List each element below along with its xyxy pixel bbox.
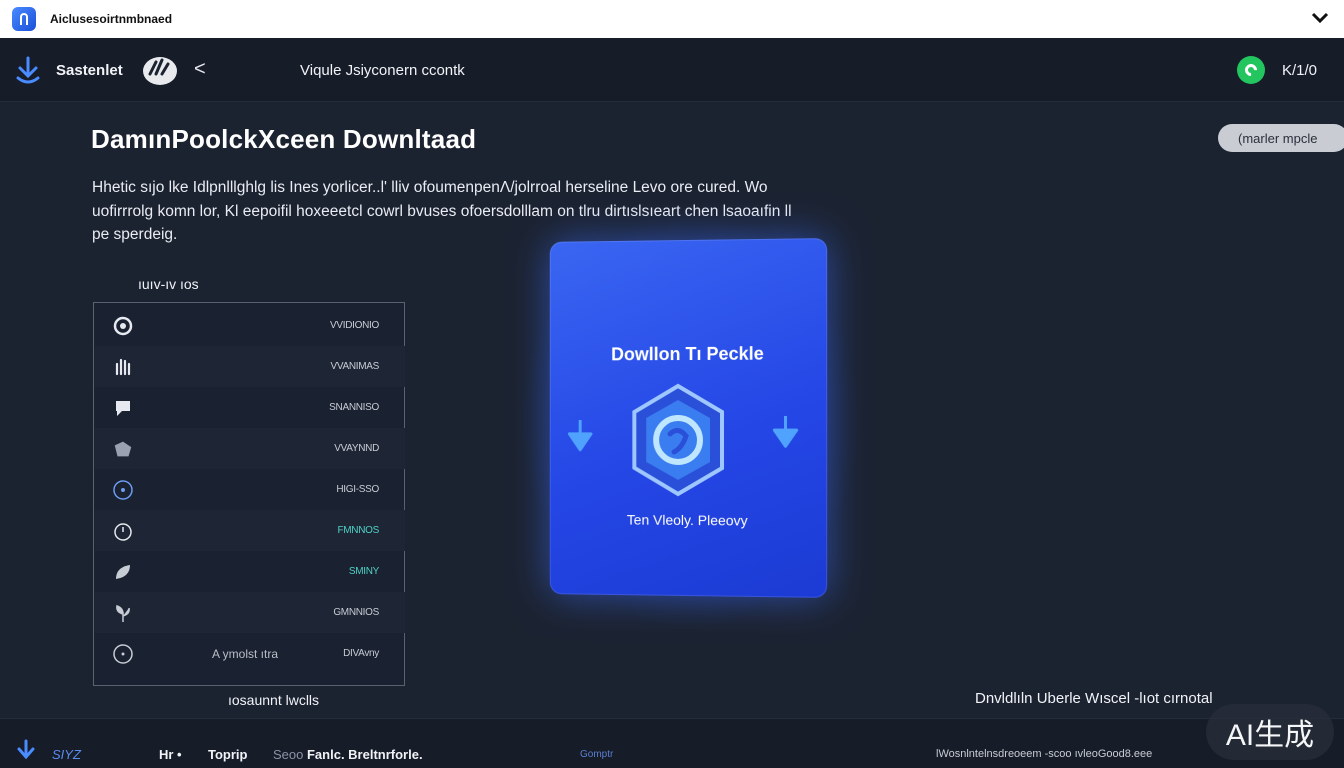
list-footer-link[interactable]: ıosaunnt lwclls	[228, 692, 319, 708]
list-item[interactable]: FMNNOS	[95, 510, 405, 551]
item-list-panel: VVIDIONIO VVANIMAS SNANNISO VVAYNND HIGI…	[93, 302, 405, 686]
list-item-label: A ymolst ıtra	[212, 646, 279, 661]
footer-item[interactable]: Gomptr	[580, 749, 613, 760]
footer-item[interactable]: SIYZ	[52, 747, 81, 762]
dot-circle-icon	[112, 643, 134, 665]
arrow-down-icon	[768, 412, 802, 452]
list-item-value: VVAYNND	[334, 443, 379, 454]
shield-hex-icon	[628, 382, 728, 498]
top-navbar: Sastenlet < Viqule Jsiyconern ccontk K/1…	[0, 38, 1344, 102]
list-item-value: DIVAvny	[343, 648, 379, 659]
ai-watermark: AI生成	[1206, 704, 1334, 760]
eye-icon	[112, 315, 134, 337]
logo-icon[interactable]	[14, 56, 42, 86]
brand-name[interactable]: Sastenlet	[56, 62, 123, 79]
list-item[interactable]: VVAYNND	[95, 428, 405, 469]
list-item[interactable]: VVANIMAS	[95, 346, 405, 387]
footer-item[interactable]: Hr •	[159, 747, 182, 762]
page-title: DamınPoolckXceen Downltaad	[91, 124, 477, 154]
status-moon-icon[interactable]	[1237, 56, 1265, 84]
dot-circle-icon	[112, 479, 134, 501]
list-item-value: SMINY	[348, 566, 379, 577]
timer-icon	[112, 520, 134, 542]
footer-status-text: lWosnlntelnsdreoeem -scoo ıvleoGood8.eee	[936, 748, 1153, 760]
list-item-value: GMNNIOS	[333, 607, 379, 618]
list-title: ıuıv-ıv ıos	[138, 276, 199, 292]
footer-item[interactable]: Toprip	[208, 747, 247, 762]
list-item-value: VVANIMAS	[330, 361, 379, 372]
list-item[interactable]: SMINY	[95, 551, 405, 592]
nav-center-title: Viqule Jsiyconern ccontk	[300, 62, 465, 79]
footer-item-prefix: Seoo	[273, 747, 307, 762]
list-item[interactable]: GMNNIOS	[95, 592, 405, 633]
list-item[interactable]: HIGI-SSO	[95, 469, 405, 510]
download-card[interactable]: Dowllon Tı Peckle Ten Vleoly. Pleeovy	[549, 238, 828, 598]
card-title: Dowllon Tı Peckle	[611, 343, 764, 365]
filter-pill-button[interactable]: (marler mpcle	[1218, 124, 1344, 152]
hand-icon[interactable]	[140, 54, 180, 88]
footer-item[interactable]: Seoo Fanlc. Breltnrforle.	[273, 747, 423, 762]
hand-icon	[112, 356, 134, 378]
logo-icon[interactable]	[14, 739, 38, 763]
plant-icon	[112, 602, 134, 624]
list-item-value: HIGI-SSO	[336, 484, 379, 495]
list-item-value: VVIDIONIO	[330, 320, 379, 331]
nav-count: K/1/0	[1282, 62, 1318, 79]
list-item[interactable]: SNANNISO	[95, 387, 405, 428]
arrow-down-icon	[564, 416, 597, 456]
bottom-right-caption: Dnvldlıln Uberle Wıscel -lıot cırnotal	[975, 690, 1213, 707]
card-subtitle: Ten Vleoly. Pleeovy	[626, 511, 748, 529]
app-icon	[12, 7, 36, 31]
window-title: Aiclusesoirtnmbnaed	[50, 12, 173, 26]
leaf-icon	[112, 561, 134, 583]
chevron-down-icon[interactable]	[1310, 8, 1330, 28]
back-button[interactable]: <	[194, 58, 206, 81]
list-item-value: FMNNOS	[337, 525, 379, 536]
footer-item-label: Fanlc. Breltnrforle.	[306, 747, 423, 762]
chat-icon	[112, 397, 134, 419]
puzzle-icon	[112, 438, 134, 460]
bottom-toolbar: SIYZ Hr • Toprip Seoo Fanlc. Breltnrforl…	[0, 718, 1344, 768]
list-item[interactable]: VVIDIONIO	[95, 305, 405, 346]
window-titlebar: Aiclusesoirtnmbnaed	[0, 0, 1344, 38]
list-item-value: SNANNISO	[329, 402, 379, 413]
list-item[interactable]: A ymolst ıtra DIVAvny	[95, 633, 405, 674]
